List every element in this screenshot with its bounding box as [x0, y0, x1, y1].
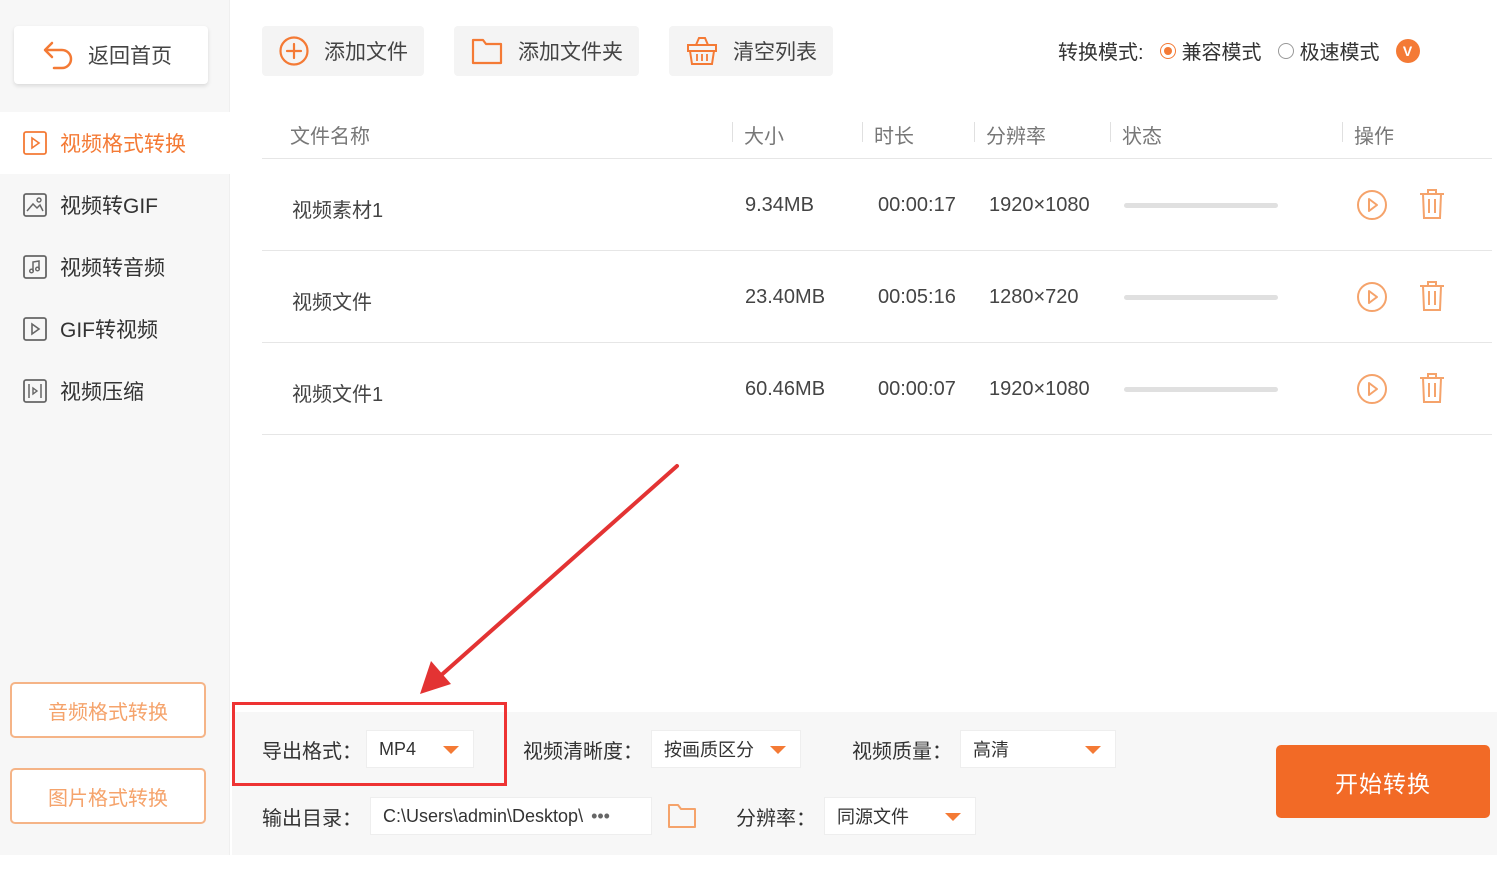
file-resolution: 1280×720 — [989, 286, 1079, 308]
audio-format-convert-button[interactable]: 音频格式转换 — [10, 682, 206, 738]
video-quality-label: 视频质量： — [852, 740, 952, 763]
header-resolution: 分辨率 — [986, 126, 1046, 148]
column-divider — [974, 122, 975, 142]
output-directory-label: 输出目录： — [262, 807, 362, 830]
header-size: 大小 — [744, 126, 784, 148]
delete-trash-icon[interactable] — [1418, 371, 1446, 405]
add-file-label: 添加文件 — [324, 41, 408, 64]
header-duration: 时长 — [874, 126, 914, 148]
header-file-name: 文件名称 — [290, 126, 370, 148]
basket-icon — [687, 37, 717, 65]
output-directory-input[interactable]: C:\Users\admin\Desktop\ ••• — [370, 797, 652, 835]
file-name: 视频文件 — [292, 292, 372, 314]
sidebar-item-video-to-gif[interactable]: 视频转GIF — [0, 174, 230, 236]
sidebar-item-label: 视频格式转换 — [60, 133, 186, 156]
back-home-button[interactable]: 返回首页 — [14, 26, 208, 84]
sidebar-item-label: 视频压缩 — [60, 381, 144, 404]
sidebar: 返回首页 视频格式转换 视频转GIF 视频转音频 GIF转视频 视频压缩 音频格… — [0, 0, 230, 855]
play-preview-icon[interactable] — [1356, 373, 1388, 405]
resolution-select[interactable]: 同源文件 — [824, 797, 976, 835]
image-format-convert-button[interactable]: 图片格式转换 — [10, 768, 206, 824]
mode-label: 转换模式: — [1058, 42, 1144, 64]
table-row[interactable]: 视频文件1 60.46MB 00:00:07 1920×1080 — [262, 343, 1492, 435]
column-divider — [1110, 122, 1111, 142]
mode-compatible-label[interactable]: 兼容模式 — [1182, 36, 1262, 65]
open-folder-icon[interactable] — [666, 801, 698, 831]
column-divider — [1342, 122, 1343, 142]
file-size: 23.40MB — [745, 286, 826, 308]
mode-compatible-radio[interactable] — [1159, 42, 1176, 59]
table-row[interactable]: 视频文件 23.40MB 00:05:16 1280×720 — [262, 251, 1492, 343]
conversion-progress — [1124, 295, 1278, 300]
back-home-label: 返回首页 — [88, 45, 172, 68]
output-directory-more-button[interactable]: ••• — [591, 806, 610, 827]
file-size: 60.46MB — [745, 378, 826, 400]
output-directory-value: C:\Users\admin\Desktop\ — [383, 805, 584, 826]
sidebar-item-gif-to-video[interactable]: GIF转视频 — [0, 298, 230, 360]
add-folder-label: 添加文件夹 — [518, 41, 623, 64]
video-quality-select[interactable]: 高清 — [960, 730, 1116, 768]
sidebar-nav: 视频格式转换 视频转GIF 视频转音频 GIF转视频 视频压缩 — [0, 112, 230, 422]
play-preview-icon[interactable] — [1356, 281, 1388, 313]
chevron-down-icon — [1085, 746, 1101, 754]
resolution-field: 分辨率： 同源文件 — [736, 797, 976, 835]
clear-list-button[interactable]: 清空列表 — [669, 26, 833, 76]
sidebar-item-video-compress[interactable]: 视频压缩 — [0, 360, 230, 422]
header-actions: 操作 — [1354, 126, 1394, 148]
video-quality-field: 视频质量： 高清 — [852, 730, 1116, 768]
file-duration: 00:05:16 — [878, 286, 956, 308]
file-duration: 00:00:07 — [878, 378, 956, 400]
video-quality-value: 高清 — [973, 740, 1009, 760]
toolbar: 添加文件 添加文件夹 清空列表 — [262, 26, 833, 76]
chevron-down-icon — [945, 813, 961, 821]
mode-fast-radio[interactable] — [1277, 42, 1294, 59]
sidebar-item-label: 视频转音频 — [60, 257, 165, 280]
file-name: 视频文件1 — [292, 384, 384, 406]
sidebar-item-video-to-audio[interactable]: 视频转音频 — [0, 236, 230, 298]
folder-icon — [471, 38, 503, 65]
file-name: 视频素材1 — [292, 200, 384, 222]
mode-fast-label[interactable]: 极速模式 — [1300, 36, 1380, 65]
resolution-label: 分辨率： — [736, 807, 816, 830]
conversion-mode: 转换模式: 兼容模式 极速模式 V — [1058, 36, 1420, 65]
video-clarity-select[interactable]: 按画质区分 — [651, 730, 801, 768]
annotation-highlight-box — [232, 702, 507, 786]
start-conversion-button[interactable]: 开始转换 — [1276, 745, 1490, 818]
sidebar-item-label: 视频转GIF — [60, 195, 158, 218]
gif-image-icon — [23, 193, 47, 217]
play-preview-icon[interactable] — [1356, 189, 1388, 221]
resolution-value: 同源文件 — [837, 807, 909, 827]
sidebar-item-label: GIF转视频 — [60, 319, 158, 342]
table-header: 文件名称 大小 时长 分辨率 状态 操作 — [262, 104, 1492, 159]
column-divider — [862, 122, 863, 142]
compress-icon — [23, 379, 47, 403]
audio-note-icon — [23, 255, 47, 279]
add-file-button[interactable]: 添加文件 — [262, 26, 424, 76]
add-folder-button[interactable]: 添加文件夹 — [454, 26, 639, 76]
video-clarity-value: 按画质区分 — [664, 740, 754, 760]
conversion-progress — [1124, 203, 1278, 208]
file-size: 9.34MB — [745, 194, 814, 216]
file-table: 文件名称 大小 时长 分辨率 状态 操作 视频素材1 9.34MB 00:00:… — [262, 104, 1492, 435]
conversion-progress — [1124, 387, 1278, 392]
delete-trash-icon[interactable] — [1418, 187, 1446, 221]
video-convert-icon — [23, 131, 47, 155]
video-clarity-field: 视频清晰度： 按画质区分 — [523, 730, 801, 768]
file-duration: 00:00:17 — [878, 194, 956, 216]
file-resolution: 1920×1080 — [989, 194, 1090, 216]
video-clarity-label: 视频清晰度： — [523, 740, 643, 763]
header-status: 状态 — [1122, 126, 1162, 148]
vip-badge-icon: V — [1395, 38, 1420, 63]
play-icon — [23, 317, 47, 341]
file-resolution: 1920×1080 — [989, 378, 1090, 400]
clear-list-label: 清空列表 — [733, 41, 817, 64]
output-directory-field: 输出目录： C:\Users\admin\Desktop\ ••• — [262, 797, 698, 835]
delete-trash-icon[interactable] — [1418, 279, 1446, 313]
table-row[interactable]: 视频素材1 9.34MB 00:00:17 1920×1080 — [262, 159, 1492, 251]
chevron-down-icon — [770, 746, 786, 754]
column-divider — [732, 122, 733, 142]
plus-circle-icon — [279, 36, 309, 66]
return-arrow-icon — [43, 41, 73, 70]
sidebar-item-video-format-convert[interactable]: 视频格式转换 — [0, 112, 230, 174]
